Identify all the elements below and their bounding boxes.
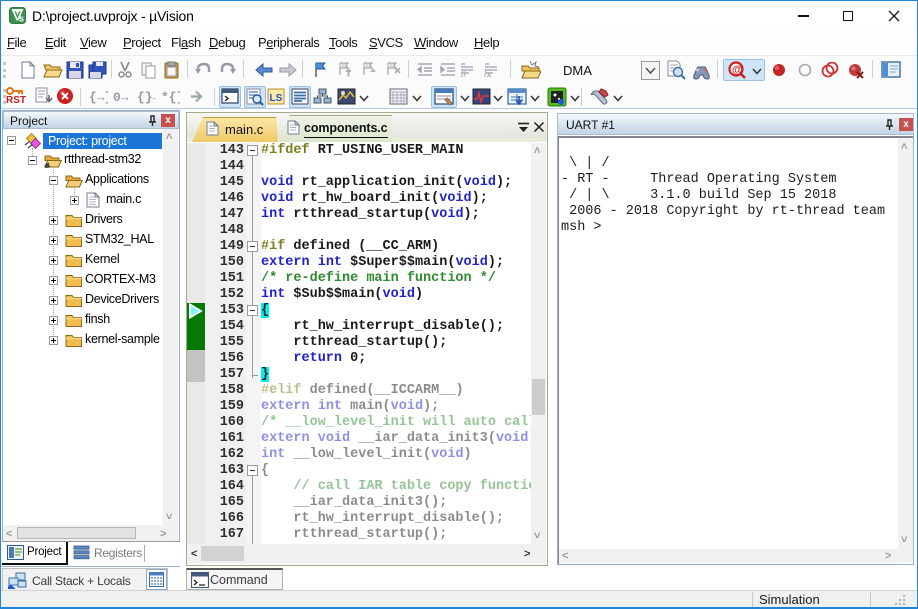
svg-text://: //	[461, 69, 467, 79]
svg-text:@: @	[732, 64, 743, 76]
svg-text:LS: LS	[270, 93, 283, 104]
svg-text:/x: /x	[484, 69, 492, 79]
